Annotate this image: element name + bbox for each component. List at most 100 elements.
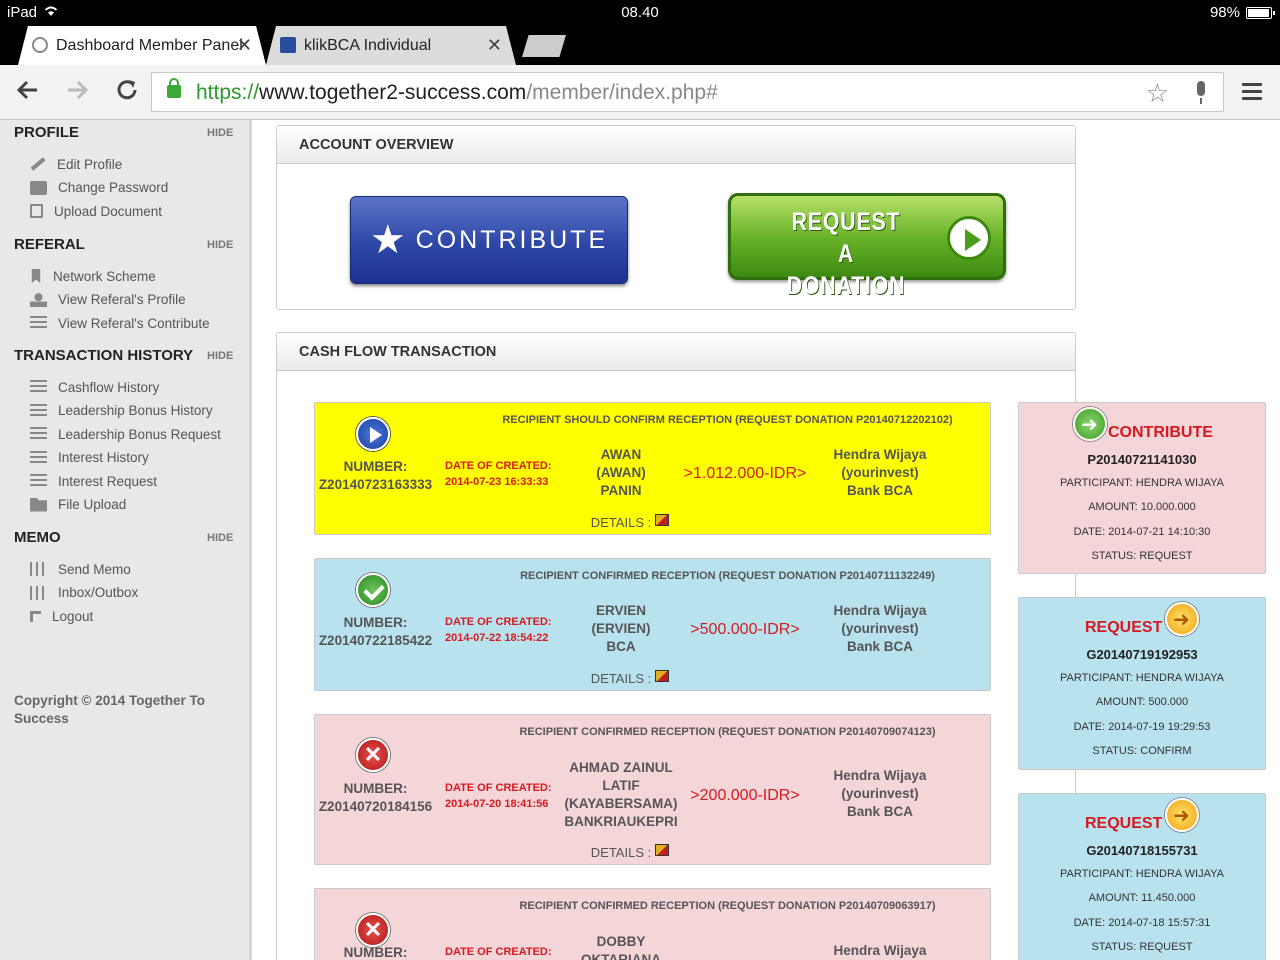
number-value: Z20140723163333 bbox=[318, 477, 433, 492]
sidebar-item-label: Change Password bbox=[58, 180, 169, 195]
sidebar-item-logout[interactable]: Logout bbox=[30, 606, 93, 626]
transaction-caption: RECIPIENT CONFIRMED RECEPTION (REQUEST D… bbox=[519, 726, 936, 738]
request-label-line2: DONATION bbox=[786, 272, 906, 300]
transaction-sender: AWAN (AWAN) PANIN bbox=[560, 446, 682, 500]
sidebar-item-network-scheme[interactable]: Network Scheme bbox=[30, 266, 156, 286]
green-arrow-icon bbox=[1073, 407, 1107, 441]
new-tab-button[interactable] bbox=[522, 35, 566, 57]
recipient-line: (yourinvest) bbox=[841, 786, 919, 801]
sidebar-item-upload-document[interactable]: Upload Document bbox=[30, 201, 162, 221]
list-icon bbox=[30, 474, 47, 488]
tab-dashboard-member-panel[interactable]: Dashboard Member Panel ✕ bbox=[18, 26, 266, 65]
request-card: REQUEST G20140719192953 PARTICIPANT: HENDR… bbox=[1018, 597, 1266, 770]
card-id: G20140718155731 bbox=[1086, 843, 1198, 858]
sender-line: OKTARIANA bbox=[581, 952, 661, 960]
tab-klikbca-individual[interactable]: klikBCA Individual ✕ bbox=[266, 26, 516, 65]
sidebar: PROFILE HIDE Edit Profile Change Password Up… bbox=[0, 120, 252, 960]
sidebar-item-label: Interest History bbox=[58, 450, 149, 465]
sidebar-item-file-upload[interactable]: File Upload bbox=[30, 495, 126, 515]
orange-arrow-icon bbox=[1165, 798, 1199, 832]
number-value: Z20140720184156 bbox=[318, 799, 433, 814]
sidebar-item-interest-history[interactable]: Interest History bbox=[30, 448, 149, 468]
number-label: NUMBER: bbox=[343, 615, 408, 630]
hide-section-button[interactable]: HIDE bbox=[207, 350, 233, 362]
details-label: DETAILS : bbox=[590, 671, 652, 686]
date-value: 2014-07-20 18:41:56 bbox=[445, 798, 549, 810]
close-tab-icon[interactable]: ✕ bbox=[487, 35, 502, 56]
sidebar-item-view-referal-s-profile[interactable]: View Referal's Profile bbox=[30, 290, 186, 310]
microphone-icon[interactable] bbox=[1193, 81, 1209, 105]
sidebar-item-label: Send Memo bbox=[58, 561, 131, 577]
transaction-number: NUMBER: Z20140720184156 bbox=[318, 780, 433, 816]
card-type: REQUEST bbox=[1085, 619, 1163, 636]
url-text[interactable]: https://www.together2-success.com/member… bbox=[196, 81, 718, 105]
request-donation-button[interactable]: REQUEST A DONATION bbox=[728, 193, 1006, 300]
sidebar-item-interest-request[interactable]: Interest Request bbox=[30, 471, 157, 491]
sidebar-item-label: Network Scheme bbox=[53, 268, 156, 284]
reload-icon[interactable] bbox=[114, 77, 140, 110]
sidebar-item-label: Cashflow History bbox=[58, 379, 160, 395]
recipient-line: Bank BCA bbox=[846, 483, 913, 498]
battery-icon bbox=[1246, 6, 1275, 19]
document-icon[interactable] bbox=[655, 670, 670, 682]
sender-line: AWAN bbox=[600, 447, 642, 462]
tab-title: klikBCA Individual bbox=[304, 36, 432, 54]
contribute-card: CONTRIBUTE P20140721141030 PARTICIPANT: HE… bbox=[1018, 402, 1266, 574]
card-participant: PARTICIPANT: HENDRA WIJAYA bbox=[1059, 477, 1224, 489]
document-icon[interactable] bbox=[655, 844, 670, 856]
sidebar-item-leadership-bonus-request[interactable]: Leadership Bonus Request bbox=[30, 424, 221, 444]
date-label: DATE OF CREATED: bbox=[445, 946, 552, 958]
number-label: NUMBER: bbox=[343, 945, 408, 960]
tab-title: Dashboard Member Panel bbox=[56, 36, 243, 54]
folder-icon bbox=[30, 497, 47, 512]
recipient-line: Hendra Wijaya bbox=[833, 768, 927, 783]
user-icon bbox=[30, 292, 47, 307]
transaction-caption: RECIPIENT CONFIRMED RECEPTION (REQUEST D… bbox=[520, 570, 935, 582]
transaction-date: DATE OF CREATED: 2014-07-23 16:33:33 bbox=[445, 458, 560, 490]
card-id: P20140721141030 bbox=[1087, 452, 1197, 467]
transaction-card: RECIPIENT CONFIRMED RECEPTION (REQUEST D… bbox=[314, 714, 991, 865]
list-icon bbox=[30, 403, 47, 418]
sidebar-item-leadership-bonus-history[interactable]: Leadership Bonus History bbox=[30, 401, 213, 421]
transaction-details[interactable]: DETAILS : bbox=[565, 514, 695, 530]
transaction-details[interactable]: DETAILS : bbox=[565, 670, 695, 686]
menu-icon[interactable] bbox=[1242, 83, 1262, 100]
hide-section-button[interactable]: HIDE bbox=[207, 532, 233, 544]
transaction-number: NUMBER: bbox=[318, 944, 433, 960]
sidebar-item-label: Inbox/Outbox bbox=[58, 585, 139, 600]
panel-title: CASH FLOW TRANSACTION bbox=[277, 333, 1075, 371]
hide-section-button[interactable]: HIDE bbox=[207, 127, 233, 139]
transaction-date: DATE OF CREATED: 2014-07-22 18:54:22 bbox=[445, 614, 560, 646]
address-bar[interactable]: https://www.together2-success.com/member… bbox=[151, 72, 1224, 112]
sidebar-item-send-memo[interactable]: Send Memo bbox=[30, 559, 131, 579]
transaction-details[interactable]: DETAILS : bbox=[565, 844, 695, 860]
transaction-recipient: Hendra Wijaya (yourinvest) Bank BCA bbox=[810, 767, 950, 821]
sender-line: DOBBY bbox=[596, 934, 646, 949]
sidebar-item-label: View Referal's Profile bbox=[58, 292, 186, 307]
close-tab-icon[interactable]: ✕ bbox=[237, 35, 252, 56]
sender-line: BANKRIAUKEPRI bbox=[564, 814, 678, 829]
card-participant: PARTICIPANT: HENDRA WIJAYA bbox=[1059, 672, 1224, 684]
back-arrow-icon[interactable] bbox=[15, 77, 41, 110]
hide-section-button[interactable]: HIDE bbox=[207, 239, 233, 251]
request-card: REQUEST G20140718155731 PARTICIPANT: HENDR… bbox=[1018, 793, 1266, 960]
sidebar-item-inbox-outbox[interactable]: Inbox/Outbox bbox=[30, 583, 138, 603]
document-icon[interactable] bbox=[655, 514, 670, 526]
transaction-recipient: Hendra Wijaya (yourinvest) Bank BCA bbox=[810, 602, 950, 656]
sidebar-item-cashflow-history[interactable]: Cashflow History bbox=[30, 377, 159, 397]
sidebar-item-change-password[interactable]: Change Password bbox=[30, 178, 168, 198]
url-host: www.together2-success.com bbox=[259, 81, 527, 104]
card-id: G20140719192953 bbox=[1086, 647, 1198, 662]
sidebar-item-edit-profile[interactable]: Edit Profile bbox=[30, 154, 122, 174]
sender-line: PANIN bbox=[600, 483, 642, 498]
contribute-button[interactable]: ★ CONTRIBUTE bbox=[350, 196, 628, 284]
forward-arrow-icon[interactable] bbox=[64, 77, 90, 110]
sidebar-section-memo: MEMO bbox=[14, 529, 61, 546]
transaction-amount: >200.000-IDR> bbox=[690, 787, 800, 804]
pencil-icon bbox=[30, 157, 46, 171]
sidebar-item-view-referal-s-contribute[interactable]: View Referal's Contribute bbox=[30, 313, 210, 333]
bookmark-star-icon[interactable]: ☆ bbox=[1146, 78, 1169, 109]
date-label: DATE OF CREATED: bbox=[445, 616, 552, 628]
contribute-button-label: CONTRIBUTE bbox=[415, 225, 609, 254]
globe-icon bbox=[32, 37, 48, 53]
